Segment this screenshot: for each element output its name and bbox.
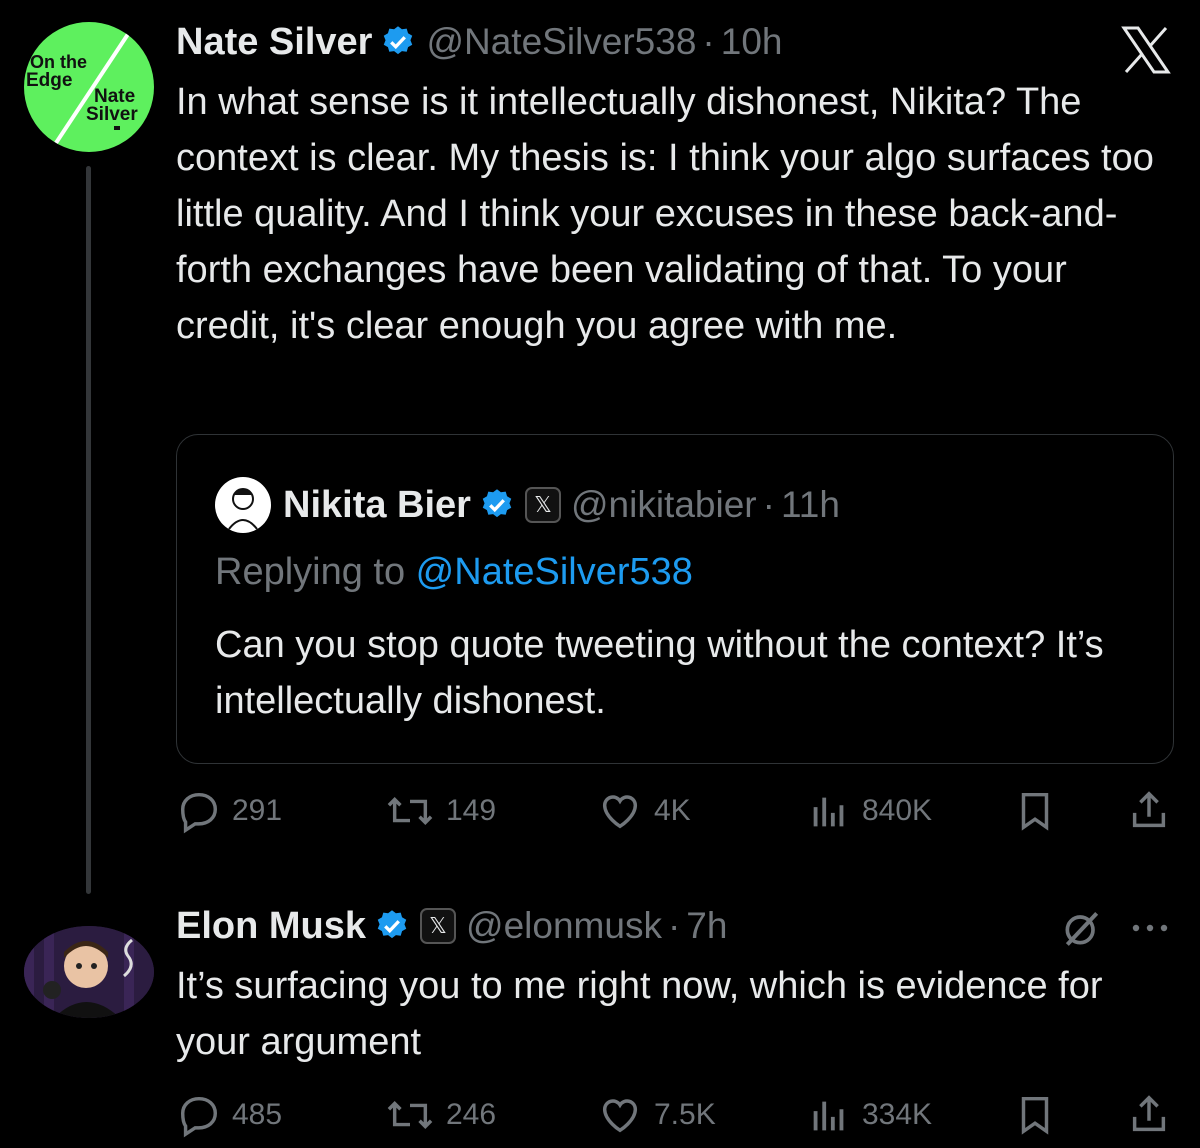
x-logo-icon xyxy=(1121,26,1171,74)
repost-button[interactable]: 149 xyxy=(384,786,496,836)
bookmark-icon xyxy=(1021,1096,1049,1135)
x-affiliate-badge-icon: 𝕏 xyxy=(420,908,457,944)
repost-icon xyxy=(387,1101,433,1129)
share-icon xyxy=(1132,791,1166,828)
separator-dot: · xyxy=(667,905,681,946)
nikita-bier-avatar xyxy=(215,477,271,533)
quote-author-handle: @nikitabier xyxy=(570,484,757,525)
avatar-text-line2: Edge xyxy=(26,70,72,91)
bookmark-icon xyxy=(1021,792,1049,831)
nate-silver-avatar[interactable]: On the Edge Nate Silver xyxy=(24,22,154,152)
share-button[interactable] xyxy=(1126,786,1182,836)
x-affiliate-badge-icon: 𝕏 xyxy=(524,487,561,523)
views-icon xyxy=(813,797,844,827)
avatar-text-line1: On the xyxy=(30,52,87,72)
reply-button[interactable]: 485 xyxy=(176,1090,282,1140)
views-icon xyxy=(813,1101,844,1131)
like-button[interactable]: 4K xyxy=(596,786,691,836)
bookmark-button[interactable] xyxy=(1012,786,1068,836)
author-handle[interactable]: @elonmusk xyxy=(466,905,662,947)
like-count: 4K xyxy=(654,794,691,827)
thread-line xyxy=(86,166,91,894)
author-handle[interactable]: @NateSilver538 xyxy=(426,21,696,63)
quote-text: Can you stop quote tweeting without the … xyxy=(215,624,1104,722)
more-options-icon[interactable] xyxy=(1130,920,1170,936)
repost-count: 149 xyxy=(446,794,497,827)
separator-dot: · xyxy=(762,484,775,525)
quote-author-name: Nikita Bier xyxy=(283,483,471,526)
post-time[interactable]: 7h xyxy=(686,905,727,947)
verified-badge-icon xyxy=(482,489,512,518)
separator-dot: · xyxy=(702,21,715,62)
share-button[interactable] xyxy=(1126,1090,1182,1140)
elon-musk-avatar[interactable] xyxy=(24,926,154,1018)
like-count: 7.5K xyxy=(654,1098,716,1131)
replying-mention-link[interactable]: @NateSilver538 xyxy=(416,551,693,593)
replying-to-line: Replying to @NateSilver538 xyxy=(215,551,693,594)
reply-icon xyxy=(180,792,218,834)
verified-badge-icon xyxy=(384,26,413,55)
heart-icon xyxy=(602,1099,638,1133)
reply-count: 291 xyxy=(232,794,283,827)
views-button[interactable]: 840K xyxy=(806,786,932,836)
quoted-post-card[interactable]: Nikita Bier 𝕏 @nikitabier · 11h Replying… xyxy=(176,434,1174,764)
views-button[interactable]: 334K xyxy=(806,1090,932,1140)
reply-count: 485 xyxy=(232,1098,283,1131)
reply-icon xyxy=(180,1096,218,1138)
post2-text: It’s surfacing you to me right now, whic… xyxy=(176,965,1103,1063)
bookmark-button[interactable] xyxy=(1012,1090,1068,1140)
view-count: 840K xyxy=(862,794,933,827)
post-time[interactable]: 10h xyxy=(721,21,783,63)
post1-header: Nate Silver @NateSilver538 · 10h xyxy=(176,18,782,66)
quote-time: 11h xyxy=(780,484,840,525)
reply-button[interactable]: 291 xyxy=(176,786,282,836)
post1-text: In what sense is it intellectually disho… xyxy=(176,81,1154,347)
heart-icon xyxy=(602,795,638,829)
repost-icon xyxy=(387,797,433,825)
repost-button[interactable]: 246 xyxy=(384,1090,496,1140)
post2-header: Elon Musk 𝕏 @elonmusk · 7h xyxy=(176,902,727,950)
author-name[interactable]: Nate Silver xyxy=(176,21,372,64)
repost-count: 246 xyxy=(446,1098,497,1131)
like-button[interactable]: 7.5K xyxy=(596,1090,716,1140)
share-icon xyxy=(1132,1095,1166,1132)
replying-prefix: Replying to xyxy=(215,551,416,593)
grok-icon[interactable] xyxy=(1060,906,1104,950)
quote-header: Nikita Bier 𝕏 @nikitabier · 11h xyxy=(215,477,840,533)
view-count: 334K xyxy=(862,1098,933,1131)
post1-action-bar: 291 149 4K 840K xyxy=(176,786,1174,836)
avatar-text-line4: Silver xyxy=(86,104,138,125)
verified-badge-icon xyxy=(377,910,407,939)
author-name[interactable]: Elon Musk xyxy=(176,905,366,948)
post2-action-bar: 485 246 7.5K 334K xyxy=(176,1090,1174,1140)
